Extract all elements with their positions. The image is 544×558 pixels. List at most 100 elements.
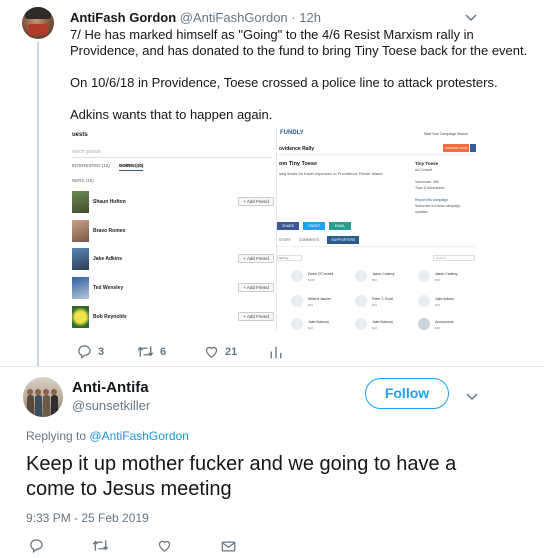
organizer-line: Trips & Adventures — [415, 186, 445, 190]
tweet-text-line: On 10/6/18 in Providence, Toese crossed … — [70, 75, 498, 90]
add-friend-label: Add Friend — [246, 285, 269, 290]
supporter-amount: $20 — [435, 326, 441, 330]
organizer-line: Vancouver, WA — [415, 180, 439, 184]
separator-dot: · — [291, 10, 296, 25]
supporter-name: Jason Carteny — [435, 272, 458, 276]
retweet-button[interactable]: 6 — [137, 344, 166, 359]
supporter-avatar — [355, 295, 367, 307]
fundly-campaign-panel: FUNDLY Start Your Campaign Search oviden… — [277, 127, 476, 331]
heart-icon — [205, 346, 218, 358]
facebook-icon — [470, 144, 476, 152]
guests-title: uests — [72, 132, 88, 138]
support-now-button: SUPPORT NOW — [443, 144, 469, 152]
supporter-avatar — [291, 295, 303, 307]
embedded-screenshot[interactable]: uests earch guests INTERESTED (12) GOING… — [69, 127, 476, 331]
tweet-divider — [0, 366, 544, 367]
fundly-subheader: ovidence Rally SUPPORT NOW — [277, 142, 476, 155]
reply-icon[interactable] — [29, 536, 44, 554]
tab-interested: INTERESTED (12) — [72, 163, 110, 168]
tweet-time[interactable]: 12h — [299, 10, 321, 25]
guests-search-field: earch guests — [72, 149, 272, 158]
user-avatar[interactable] — [22, 7, 54, 39]
add-friend-button: + Add Friend — [238, 197, 274, 206]
guest-name: Shaun Hufton — [93, 199, 126, 205]
supporter-amount: $20 — [372, 326, 378, 330]
reply-button[interactable]: 3 — [77, 344, 105, 360]
tweet-header: AntiFash Gordon @AntiFashGordon · 12h — [70, 10, 321, 25]
reply-icon — [78, 345, 91, 360]
tweet-original: AntiFash Gordon @AntiFashGordon · 12h 7/… — [0, 0, 544, 366]
retweet-icon[interactable] — [92, 536, 109, 554]
tab-story: STORY — [279, 238, 291, 242]
supporter-card: Jake Adkins $20 — [418, 293, 476, 313]
guest-photo — [72, 277, 89, 299]
organizer-line: Report this campaign — [415, 198, 449, 202]
supporter-amount: $20 — [435, 303, 441, 307]
supporter-card: Jason Carteny $50 — [355, 268, 415, 288]
guest-photo — [72, 191, 89, 213]
campaign-description: sing funds for travel expenses to Provid… — [279, 171, 384, 176]
campaign-title: om Tiny Toese — [279, 161, 318, 167]
supporter-amount: $20 — [308, 303, 314, 307]
tweet-timestamp[interactable]: 9:33 PM - 25 Feb 2019 — [26, 511, 149, 525]
tweet-text-line: 7/ He has marked himself as "Going" to t… — [70, 27, 474, 42]
supporter-amount: $100 — [308, 278, 315, 282]
reply-count: 3 — [98, 346, 105, 358]
user-name[interactable]: AntiFash Gordon — [70, 10, 176, 25]
supporter-name: Wilbert Jackler — [308, 297, 331, 301]
replying-to-link[interactable]: @AntiFashGordon — [89, 429, 189, 443]
user-avatar[interactable] — [23, 377, 63, 417]
supporter-name: Peter J. Ecott — [372, 297, 394, 301]
supporter-avatar — [355, 270, 367, 282]
guests-tabs: INTERESTED (12) GOING (10) INVITED (1) — [72, 163, 152, 171]
section-label: NERS (10) — [72, 178, 94, 183]
chevron-down-icon[interactable] — [466, 390, 478, 404]
like-button[interactable]: 21 — [204, 344, 237, 359]
add-friend-label: Add Friend — [246, 314, 269, 319]
analytics-button[interactable] — [269, 344, 283, 359]
supporters-toolbar: Sort by Search — [277, 253, 476, 263]
guest-name: Jake Adkins — [93, 256, 122, 262]
guest-row: Shaun Hufton + Add Friend — [72, 191, 274, 213]
supporter-card: Peter J. Ecott $20 — [355, 293, 415, 313]
share-buttons: SHARE TWEET EMAIL — [277, 214, 355, 232]
guest-name: Bob Reynolds — [93, 314, 127, 320]
supporter-name: Jason Carteny — [372, 272, 395, 276]
supporter-name: Jake Adkins — [435, 297, 454, 301]
supporter-avatar — [291, 318, 303, 330]
follow-button[interactable]: Follow — [365, 378, 449, 409]
supporter-card: Dawn O'Connell $100 — [291, 268, 351, 288]
organizer-line: Subscribe to follow campaign updates — [415, 204, 461, 214]
chevron-down-icon[interactable] — [465, 11, 477, 25]
tweet-text-line: Providence, and has donated to the fund … — [70, 43, 528, 58]
supporter-name: Jake Boloney — [372, 320, 394, 324]
retweet-icon — [137, 346, 154, 357]
supporter-amount: $50 — [372, 278, 378, 282]
supporter-avatar — [355, 318, 367, 330]
guest-row: Ted Wensley + Add Friend — [72, 277, 274, 299]
supporter-name: Anonymous — [435, 320, 454, 324]
user-handle[interactable]: @AntiFashGordon — [180, 10, 288, 25]
thread-line — [37, 42, 39, 366]
replying-to: Replying to @AntiFashGordon — [26, 429, 189, 443]
envelope-icon[interactable] — [221, 536, 236, 554]
tab-comments: COMMENTS — [298, 238, 320, 242]
guest-row: Bravo Romeo — [72, 220, 274, 242]
tweet-text: Keep it up mother fucker and we going to… — [26, 453, 457, 500]
supporter-card: Wilbert Jackler $20 — [291, 293, 351, 313]
supporter-card: Jake Boloney $20 — [355, 316, 415, 331]
user-handle[interactable]: @sunsetkiller — [72, 398, 150, 413]
tweet-text: 7/ He has marked himself as "Going" to t… — [70, 27, 528, 139]
add-friend-button: + Add Friend — [238, 312, 274, 321]
heart-icon[interactable] — [157, 536, 172, 554]
analytics-icon — [270, 346, 282, 359]
fundly-logo: FUNDLY — [280, 130, 304, 136]
supporter-avatar — [418, 270, 430, 282]
retweet-count: 6 — [160, 346, 167, 358]
guest-row: Bob Reynolds + Add Friend — [72, 306, 274, 328]
add-friend-button: + Add Friend — [238, 254, 274, 263]
guest-name: Ted Wensley — [93, 285, 124, 291]
supporter-avatar — [418, 295, 430, 307]
sort-select: Sort by — [277, 255, 302, 261]
user-name[interactable]: Anti-Antifa — [72, 379, 149, 396]
